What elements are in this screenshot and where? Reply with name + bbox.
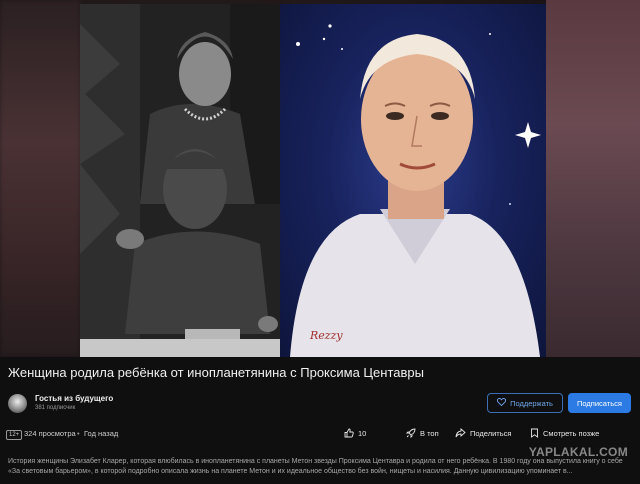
video-blur-right [546,0,640,357]
support-button[interactable]: Поддержать [487,393,563,413]
subscribe-button-label: Подписаться [577,398,622,408]
publish-date: Год назад [84,429,119,438]
bookmark-icon [530,428,539,438]
view-count: 324 просмотра [24,429,76,438]
age-rating-badge: 12+ [6,430,23,440]
share-button[interactable]: Поделиться [455,428,511,438]
channel-avatar[interactable] [8,394,27,413]
watch-later-button[interactable]: Смотреть позже [530,428,599,438]
like-count: 10 [358,428,367,438]
top-button[interactable]: В топ [406,428,439,438]
video-player[interactable]: Rezzy [0,0,640,357]
svg-text:Rezzy: Rezzy [309,329,343,342]
video-blur-left [0,0,80,357]
video-frame-left-photo [80,4,280,357]
watch-later-button-label: Смотреть позже [543,428,600,438]
share-arrow-icon [455,428,466,438]
heart-icon [497,398,507,408]
meta-separator: • [77,429,80,438]
thumb-up-icon [344,428,354,438]
subscriber-count: 381 подписчик [35,405,76,411]
video-title: Женщина родила ребёнка от инопланетянина… [8,365,424,380]
share-button-label: Поделиться [470,428,512,438]
channel-name[interactable]: Гостья из будущего [35,394,113,403]
like-button[interactable]: 10 [344,428,366,438]
site-watermark: YAPLAKAL.COM [528,445,628,459]
top-button-label: В топ [420,428,439,438]
video-frame-right-painting: Rezzy [280,4,546,357]
video-description[interactable]: История женщины Элизабет Кларер, которая… [8,457,632,477]
rocket-icon [406,428,416,438]
support-button-label: Поддержать [510,398,553,408]
subscribe-button[interactable]: Подписаться [568,393,631,413]
